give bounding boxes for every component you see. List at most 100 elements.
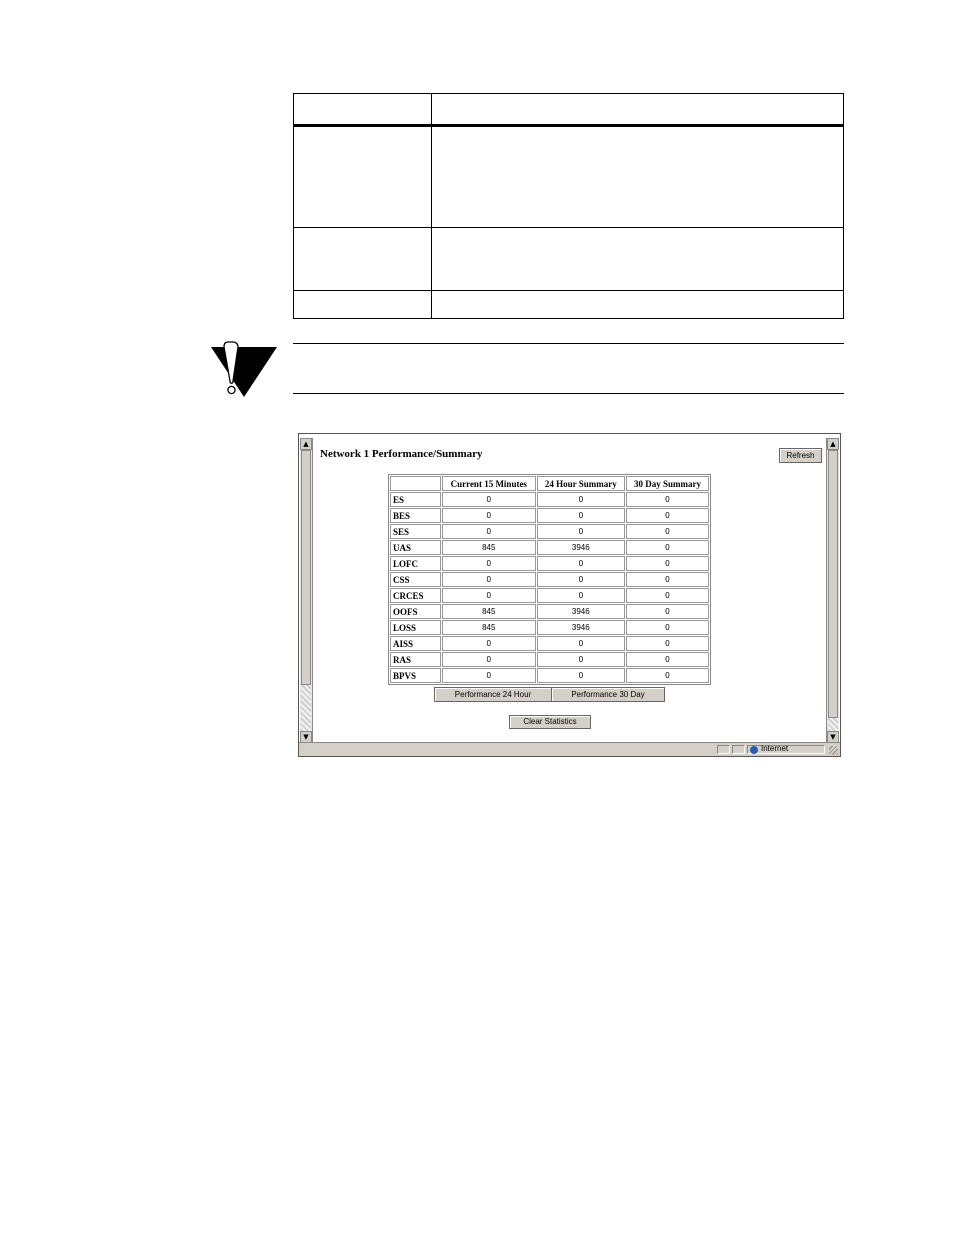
table-row: ES 0 0 0 xyxy=(390,492,709,507)
table-row: UAS 845 3946 0 xyxy=(390,540,709,555)
resize-grip-icon[interactable] xyxy=(829,746,838,755)
cell-current-15-min: 0 xyxy=(442,492,536,507)
cell-30-day: 0 xyxy=(626,620,709,635)
status-zone-label: Internet xyxy=(761,744,789,753)
scrollbar-thumb[interactable] xyxy=(301,450,311,685)
document-table-cell xyxy=(431,290,844,319)
column-header xyxy=(390,476,441,491)
cell-24-hour: 0 xyxy=(536,492,626,507)
document-table-header xyxy=(293,93,844,127)
table-row: CSS 0 0 0 xyxy=(390,572,709,587)
cell-24-hour: 3946 xyxy=(536,540,626,555)
cell-30-day: 0 xyxy=(626,636,709,651)
cell-current-15-min: 0 xyxy=(442,652,536,667)
cell-30-day: 0 xyxy=(626,604,709,619)
scrollbar-thumb[interactable] xyxy=(828,450,838,718)
caution-icon xyxy=(211,341,277,397)
scrollbar-track[interactable] xyxy=(301,685,311,731)
cell-24-hour: 0 xyxy=(536,524,626,539)
document-table-cell xyxy=(293,125,432,228)
table-row: OOFS 845 3946 0 xyxy=(390,604,709,619)
document-table xyxy=(293,93,844,319)
performance-30-day-button[interactable]: Performance 30 Day xyxy=(551,687,665,702)
table-header-row: Current 15 Minutes 24 Hour Summary 30 Da… xyxy=(390,476,709,491)
table-row: SES 0 0 0 xyxy=(390,524,709,539)
row-label: AISS xyxy=(390,636,441,651)
table-row: AISS 0 0 0 xyxy=(390,636,709,651)
status-pane xyxy=(732,745,745,754)
column-header: 30 Day Summary xyxy=(626,476,709,491)
column-header: 24 Hour Summary xyxy=(536,476,626,491)
document-table-header-cell-2 xyxy=(431,93,844,127)
caution-top-rule xyxy=(293,343,844,344)
cell-30-day: 0 xyxy=(626,652,709,667)
document-table-row xyxy=(293,290,844,319)
table-row: CRCES 0 0 0 xyxy=(390,588,709,603)
cell-current-15-min: 0 xyxy=(442,572,536,587)
document-table-cell xyxy=(293,290,432,319)
scrollbar-track[interactable] xyxy=(828,718,838,731)
document-table-cell xyxy=(431,125,844,228)
document-table-header-cell-1 xyxy=(293,93,432,127)
table-row: RAS 0 0 0 xyxy=(390,652,709,667)
document-table-row xyxy=(293,125,844,228)
cell-24-hour: 0 xyxy=(536,572,626,587)
row-label: SES xyxy=(390,524,441,539)
cell-30-day: 0 xyxy=(626,524,709,539)
cell-24-hour: 0 xyxy=(536,588,626,603)
row-label: CRCES xyxy=(390,588,441,603)
scroll-up-arrow-icon[interactable]: ▲ xyxy=(827,438,839,450)
document-table-cell xyxy=(293,227,432,291)
status-pane xyxy=(717,745,730,754)
cell-30-day: 0 xyxy=(626,508,709,523)
row-label: CSS xyxy=(390,572,441,587)
performance-summary-table: Current 15 Minutes 24 Hour Summary 30 Da… xyxy=(388,474,711,685)
cell-30-day: 0 xyxy=(626,540,709,555)
table-row: LOFC 0 0 0 xyxy=(390,556,709,571)
cell-current-15-min: 0 xyxy=(442,668,536,683)
cell-current-15-min: 0 xyxy=(442,508,536,523)
clear-statistics-button[interactable]: Clear Statistics xyxy=(509,715,591,729)
left-scrollbar[interactable]: ▲ ▼ xyxy=(300,438,313,743)
table-row: BPVS 0 0 0 xyxy=(390,668,709,683)
row-label: BES xyxy=(390,508,441,523)
cell-current-15-min: 845 xyxy=(442,540,536,555)
row-label: ES xyxy=(390,492,441,507)
globe-icon xyxy=(750,746,758,754)
cell-current-15-min: 0 xyxy=(442,588,536,603)
cell-24-hour: 3946 xyxy=(536,604,626,619)
cell-30-day: 0 xyxy=(626,668,709,683)
cell-24-hour: 0 xyxy=(536,652,626,667)
cell-current-15-min: 0 xyxy=(442,636,536,651)
document-table-cell xyxy=(431,227,844,291)
cell-30-day: 0 xyxy=(626,492,709,507)
browser-window: ▲ ▼ Network 1 Performance/Summary Refres… xyxy=(298,433,841,757)
scroll-up-arrow-icon[interactable]: ▲ xyxy=(300,438,312,450)
row-label: OOFS xyxy=(390,604,441,619)
cell-24-hour: 0 xyxy=(536,636,626,651)
table-row: BES 0 0 0 xyxy=(390,508,709,523)
cell-24-hour: 0 xyxy=(536,668,626,683)
table-row: LOSS 845 3946 0 xyxy=(390,620,709,635)
performance-24-hour-button[interactable]: Performance 24 Hour xyxy=(434,687,552,702)
cell-current-15-min: 845 xyxy=(442,604,536,619)
row-label: LOFC xyxy=(390,556,441,571)
right-scrollbar[interactable]: ▲ ▼ xyxy=(826,438,839,743)
cell-30-day: 0 xyxy=(626,588,709,603)
cell-current-15-min: 845 xyxy=(442,620,536,635)
cell-30-day: 0 xyxy=(626,572,709,587)
cell-30-day: 0 xyxy=(626,556,709,571)
cell-24-hour: 0 xyxy=(536,508,626,523)
cell-current-15-min: 0 xyxy=(442,556,536,571)
page-title: Network 1 Performance/Summary xyxy=(320,448,483,460)
document-table-row xyxy=(293,227,844,291)
row-label: LOSS xyxy=(390,620,441,635)
row-label: RAS xyxy=(390,652,441,667)
row-label: BPVS xyxy=(390,668,441,683)
refresh-button[interactable]: Refresh xyxy=(779,448,822,463)
cell-current-15-min: 0 xyxy=(442,524,536,539)
caution-bottom-rule xyxy=(293,393,844,394)
cell-24-hour: 3946 xyxy=(536,620,626,635)
row-label: UAS xyxy=(390,540,441,555)
status-bar: Internet xyxy=(299,742,840,756)
